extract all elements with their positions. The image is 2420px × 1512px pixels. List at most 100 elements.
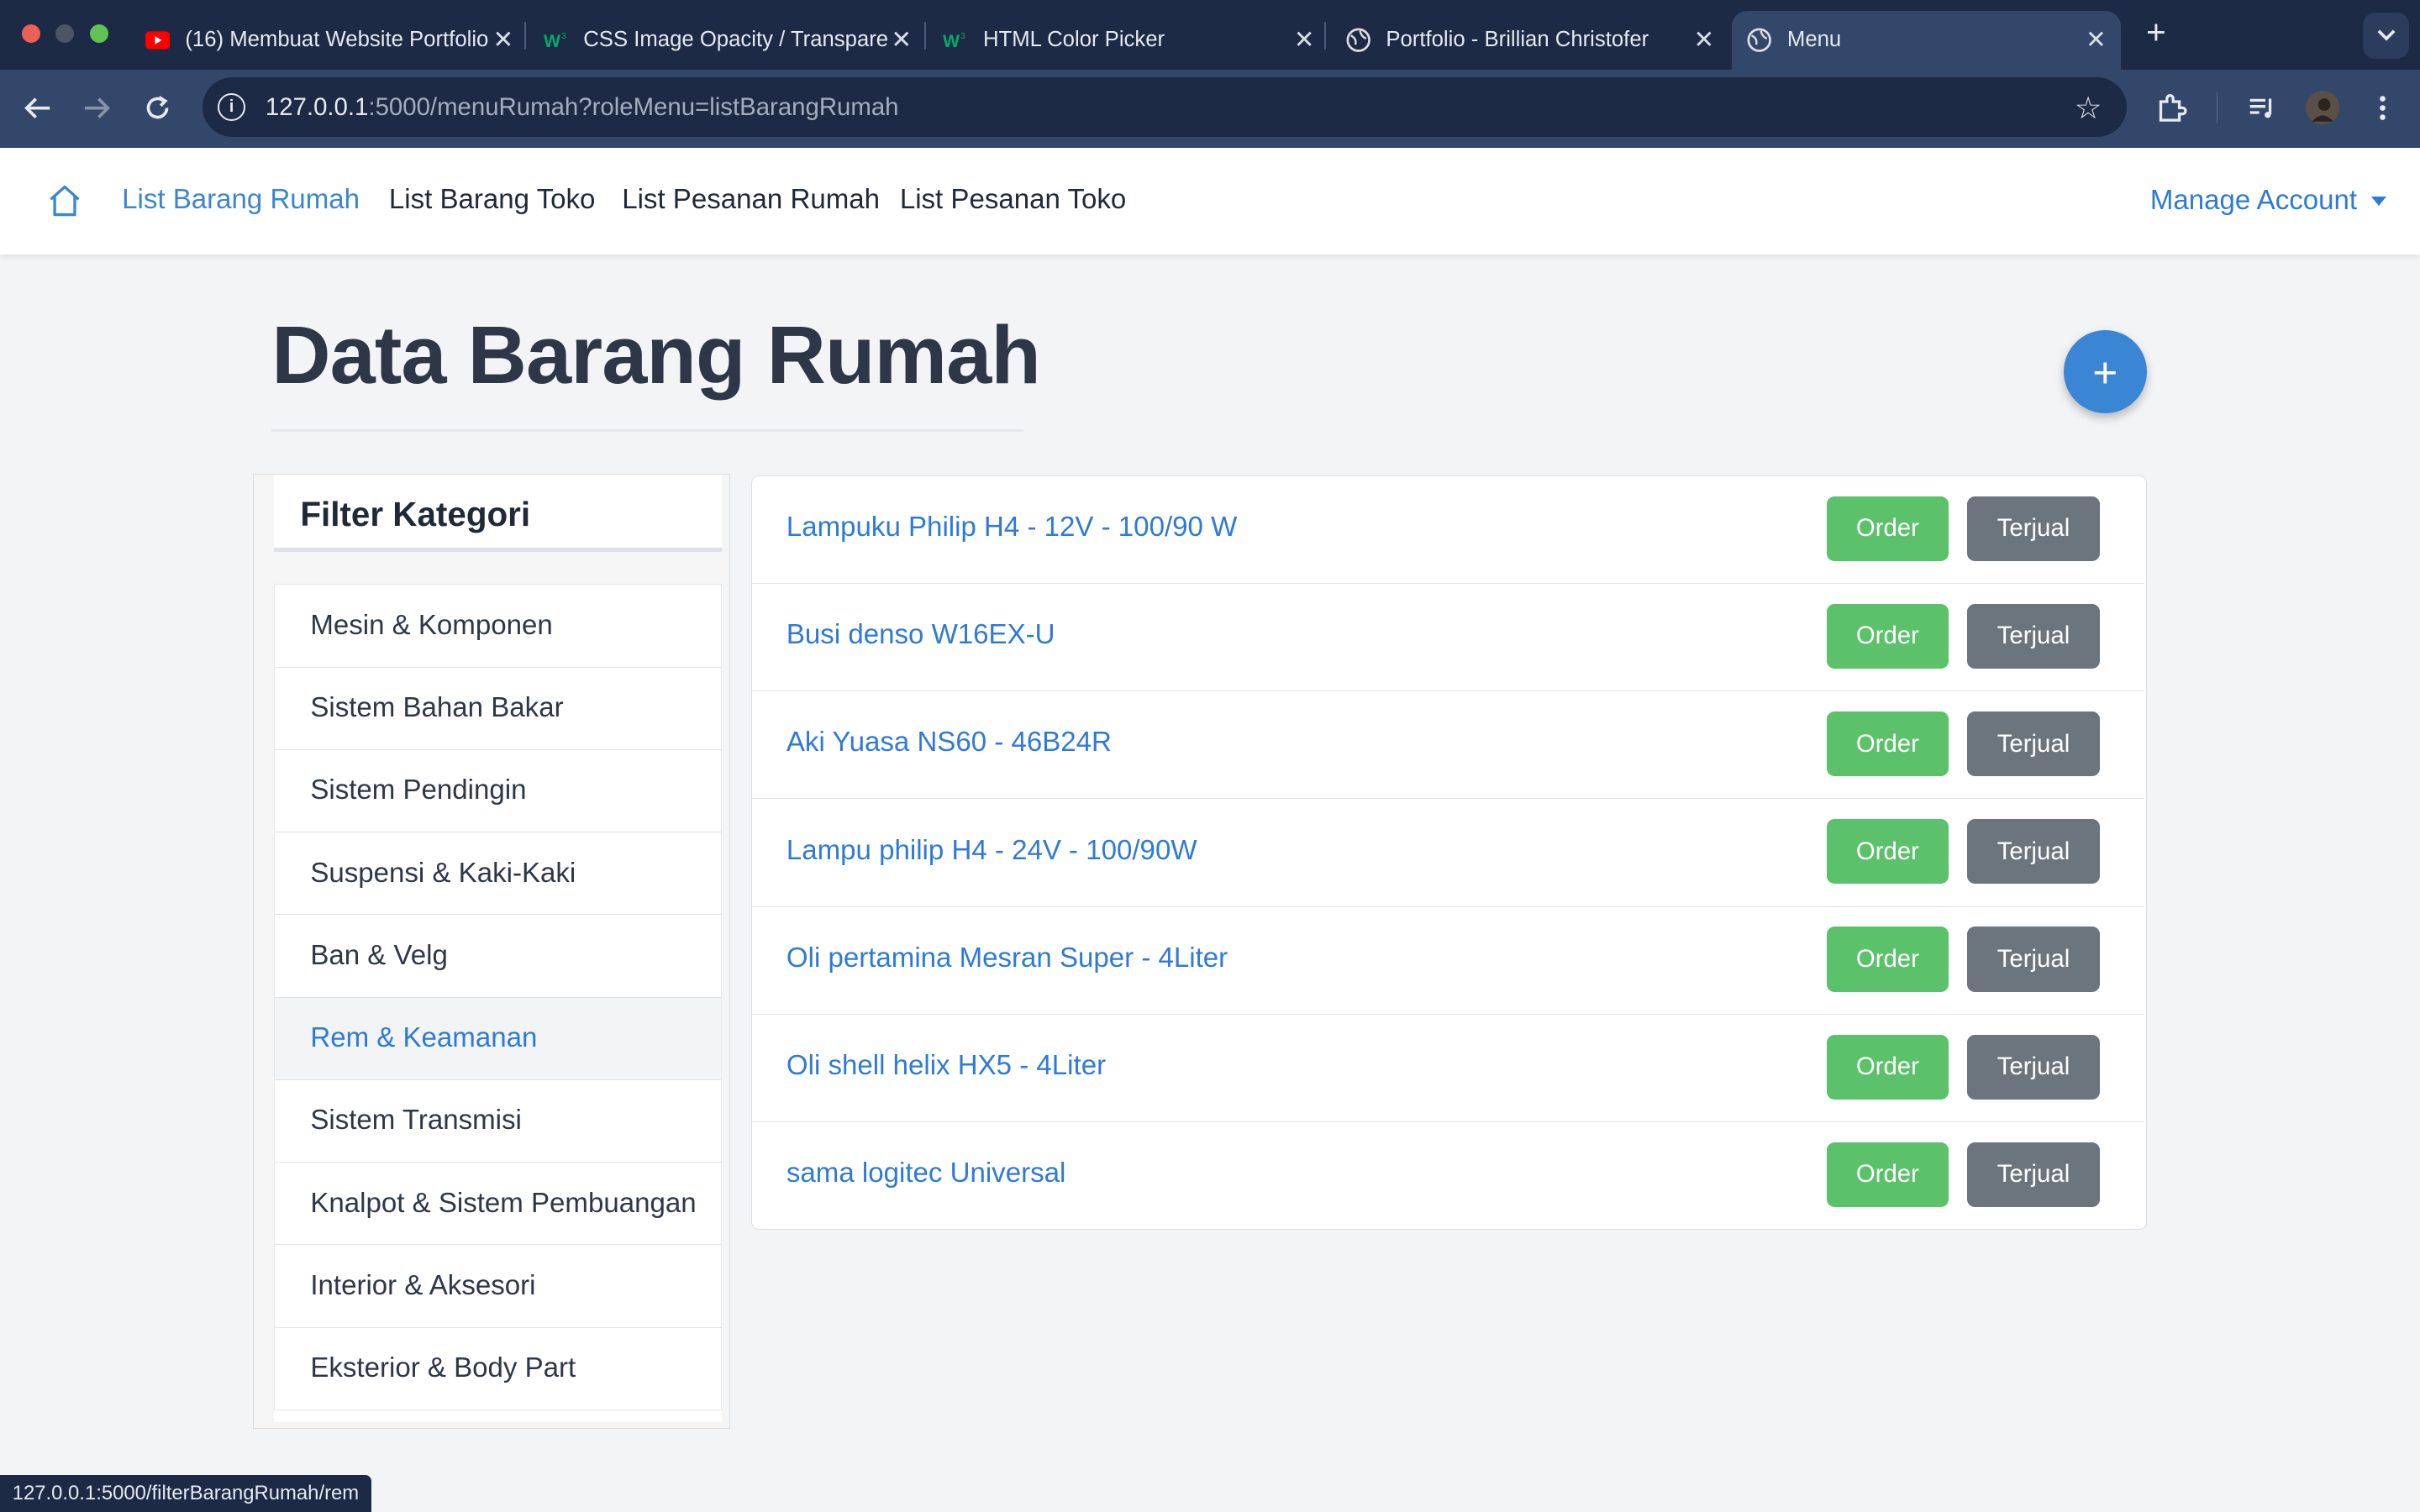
filter-category-item[interactable]: Sistem Pendingin [274, 749, 722, 833]
terjual-button[interactable]: Terjual [1966, 1142, 2100, 1207]
nav-list-barang-rumah[interactable]: List Barang Rumah [122, 184, 360, 216]
tab-menu[interactable]: Menu ✕ [1731, 10, 2121, 70]
filter-header: Filter Kategori [274, 474, 722, 552]
close-tab-icon[interactable]: ✕ [889, 25, 913, 55]
product-row: Oli shell helix HX5 - 4Liter Order Terjual [752, 1015, 2145, 1122]
address-bar[interactable]: i 127.0.0.1:5000/menuRumah?roleMenu=list… [202, 76, 2128, 138]
tab-youtube[interactable]: (16) Membuat Website Portfolio ✕ [129, 11, 515, 70]
site-info-icon[interactable]: i [217, 93, 246, 122]
tab-strip: (16) Membuat Website Portfolio ✕ W3 CSS … [0, 0, 2420, 70]
close-window-button[interactable] [21, 24, 40, 44]
order-button[interactable]: Order [1826, 603, 1949, 669]
url-text: 127.0.0.1:5000/menuRumah?roleMenu=listBa… [266, 93, 899, 122]
tab-search-button[interactable] [2363, 12, 2410, 59]
title-divider [271, 428, 1023, 433]
caret-down-icon [2370, 196, 2386, 206]
svg-text:3: 3 [960, 32, 965, 41]
add-item-button[interactable]: + [2063, 330, 2147, 414]
order-button[interactable]: Order [1826, 819, 1949, 885]
maximize-window-button[interactable] [89, 24, 108, 44]
w3schools-icon: W3 [544, 28, 568, 52]
close-tab-icon[interactable]: ✕ [2084, 25, 2108, 55]
filter-panel: Filter Kategori Mesin & Komponen Sistem B… [253, 473, 730, 1429]
app-navbar: List Barang Rumah List Barang Toko List … [0, 148, 2420, 255]
more-vertical-icon [2380, 96, 2386, 120]
close-tab-icon[interactable]: ✕ [1691, 25, 1716, 55]
extensions-button[interactable] [2153, 90, 2190, 127]
filter-category-item[interactable]: Sistem Bahan Bakar [274, 667, 722, 750]
profile-avatar[interactable] [2304, 90, 2341, 127]
tab-color-picker[interactable]: W3 HTML Color Picker ✕ [931, 11, 1317, 70]
youtube-icon [145, 28, 171, 52]
product-name-link[interactable]: Oli shell helix HX5 - 4Liter [786, 1050, 1106, 1082]
tab-title: Menu [1786, 28, 1842, 52]
filter-heading: Filter Kategori [300, 494, 531, 533]
media-control-button[interactable] [2244, 90, 2281, 127]
filter-category-item[interactable]: Eksterior & Body Part [274, 1327, 722, 1410]
filter-category-item[interactable]: Ban & Velg [274, 915, 722, 998]
tab-title: (16) Membuat Website Portfolio [185, 28, 489, 52]
product-row: Busi denso W16EX-U Order Terjual [752, 584, 2145, 692]
terjual-button[interactable]: Terjual [1966, 1034, 2100, 1100]
product-name-link[interactable]: Oli pertamina Mesran Super - 4Liter [786, 942, 1228, 974]
product-name-link[interactable]: Lampu philip H4 - 24V - 100/90W [786, 835, 1197, 867]
avatar-icon [2306, 91, 2340, 125]
nav-list-barang-toko[interactable]: List Barang Toko [389, 184, 596, 216]
new-tab-button[interactable]: + [2139, 15, 2173, 49]
browser-menu-button[interactable] [2365, 90, 2402, 127]
product-name-link[interactable]: Aki Yuasa NS60 - 46B24R [786, 727, 1112, 759]
order-button[interactable]: Order [1826, 1142, 1949, 1207]
filter-category-item[interactable]: Sistem Transmisi [274, 1079, 722, 1163]
close-tab-icon[interactable]: ✕ [1292, 25, 1316, 55]
globe-icon [1346, 28, 1370, 52]
order-button[interactable]: Order [1826, 927, 1949, 992]
manage-account-dropdown[interactable]: Manage Account [2150, 185, 2386, 217]
tab-divider [524, 21, 527, 50]
browser-toolbar: i 127.0.0.1:5000/menuRumah?roleMenu=list… [0, 69, 2420, 149]
terjual-button[interactable]: Terjual [1966, 603, 2100, 669]
minimize-window-button[interactable] [55, 24, 75, 44]
chevron-down-icon [2377, 29, 2396, 41]
forward-button[interactable] [79, 90, 116, 127]
order-button[interactable]: Order [1826, 711, 1949, 777]
terjual-button[interactable]: Terjual [1966, 496, 2100, 561]
filter-category-item[interactable]: Interior & Aksesori [274, 1245, 722, 1328]
tab-divider [1323, 21, 1326, 50]
svg-text:W: W [544, 32, 560, 51]
product-row: Lampu philip H4 - 24V - 100/90W Order Terj… [752, 799, 2145, 907]
toolbar-divider [2216, 92, 2218, 123]
terjual-button[interactable]: Terjual [1966, 711, 2100, 777]
page-title: Data Barang Rumah [271, 309, 1041, 402]
product-name-link[interactable]: sama logitec Universal [786, 1158, 1065, 1189]
nav-list-pesanan-toko[interactable]: List Pesanan Toko [900, 184, 1126, 216]
product-row: Aki Yuasa NS60 - 46B24R Order Terjual [752, 691, 2145, 800]
nav-list-pesanan-rumah[interactable]: List Pesanan Rumah [622, 184, 880, 216]
order-button[interactable]: Order [1826, 496, 1949, 561]
terjual-button[interactable]: Terjual [1966, 819, 2100, 885]
product-row: sama logitec Universal Order Terjual [752, 1122, 2144, 1230]
tab-title: HTML Color Picker [982, 28, 1165, 52]
order-button[interactable]: Order [1826, 1034, 1949, 1100]
reload-icon [146, 96, 169, 119]
filter-category-item[interactable]: Rem & Keamanan [274, 997, 722, 1080]
close-tab-icon[interactable]: ✕ [491, 25, 515, 55]
reload-button[interactable] [139, 90, 176, 127]
puzzle-icon [2159, 94, 2187, 122]
home-link[interactable] [46, 182, 83, 219]
bookmark-star-icon[interactable]: ☆ [2075, 90, 2102, 126]
product-row: Oli pertamina Mesran Super - 4Liter Order… [752, 907, 2145, 1015]
home-icon [50, 185, 80, 216]
filter-category-item[interactable]: Suspensi & Kaki-Kaki [274, 832, 722, 916]
filter-category-item[interactable]: Mesin & Komponen [274, 585, 722, 668]
product-name-link[interactable]: Lampuku Philip H4 - 12V - 100/90 W [786, 512, 1237, 543]
svg-text:W: W [943, 32, 960, 51]
product-name-link[interactable]: Busi denso W16EX-U [786, 619, 1055, 651]
filter-category-list[interactable]: Mesin & Komponen Sistem Bahan Bakar Sistem… [274, 584, 722, 1422]
arrow-left-icon [24, 97, 50, 118]
terjual-button[interactable]: Terjual [1966, 927, 2100, 992]
filter-category-item[interactable]: Knalpot & Sistem Pembuangan [274, 1163, 722, 1246]
back-button[interactable] [18, 90, 55, 127]
tab-divider [924, 21, 927, 50]
tab-portfolio[interactable]: Portfolio - Brillian Christofer ✕ [1330, 11, 1716, 70]
tab-css-opacity[interactable]: W3 CSS Image Opacity / Transparency ✕ [531, 11, 914, 70]
